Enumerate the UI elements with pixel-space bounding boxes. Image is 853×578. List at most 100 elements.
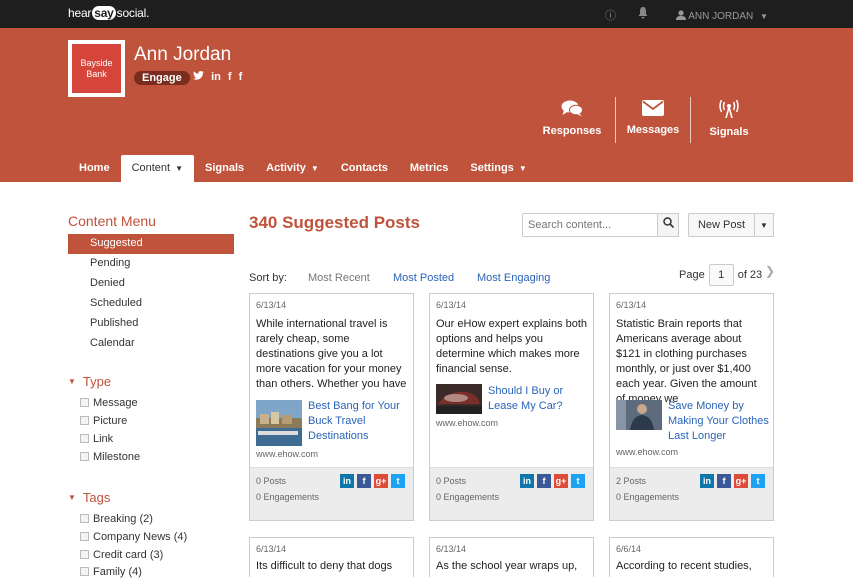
menu-item-suggested[interactable]: Suggested bbox=[68, 234, 234, 254]
filter-link[interactable]: Link bbox=[80, 433, 113, 445]
twitter-share-icon[interactable]: t bbox=[751, 474, 765, 488]
tag-label: Credit card bbox=[93, 549, 147, 561]
filter-label: Milestone bbox=[93, 451, 141, 463]
checkbox[interactable] bbox=[80, 416, 89, 425]
next-page-icon[interactable]: ❯ bbox=[765, 264, 775, 278]
top-bar: hear say social. ⓘ ANN JORDAN ▼ bbox=[0, 0, 853, 28]
twitter-share-icon[interactable]: t bbox=[391, 474, 405, 488]
card-footer: 0 Posts 0 Engagements in f g+ t bbox=[430, 467, 593, 520]
tag-breaking[interactable]: Breaking (2) bbox=[80, 513, 153, 525]
main-nav: Home Content ▼ Signals Activity ▼ Contacts… bbox=[68, 155, 538, 182]
nav-signals[interactable]: Signals bbox=[194, 155, 255, 182]
nav-metrics[interactable]: Metrics bbox=[399, 155, 460, 182]
post-card[interactable]: 6/13/14 Statistic Brain reports that Ame… bbox=[609, 293, 774, 521]
bell-icon[interactable] bbox=[638, 7, 648, 22]
responses-button[interactable]: Responses bbox=[535, 100, 609, 137]
checkbox[interactable] bbox=[80, 452, 89, 461]
filter-message[interactable]: Message bbox=[80, 397, 138, 409]
google-plus-share-icon[interactable]: g+ bbox=[734, 474, 748, 488]
share-buttons: in f g+ t bbox=[520, 474, 585, 488]
link-thumbnail[interactable] bbox=[616, 400, 662, 430]
caret-down-icon: ▼ bbox=[760, 221, 768, 230]
search-icon bbox=[662, 217, 674, 231]
google-plus-share-icon[interactable]: g+ bbox=[554, 474, 568, 488]
facebook-icon[interactable]: f bbox=[239, 71, 243, 83]
linkedin-share-icon[interactable]: in bbox=[340, 474, 354, 488]
twitter-share-icon[interactable]: t bbox=[571, 474, 585, 488]
page-total: of 23 bbox=[737, 269, 763, 281]
messages-button[interactable]: Messages bbox=[616, 100, 690, 136]
link-thumbnail[interactable] bbox=[436, 384, 482, 414]
brand-name: Bayside Bank bbox=[72, 44, 121, 93]
nav-activity[interactable]: Activity ▼ bbox=[255, 155, 330, 182]
checkbox[interactable] bbox=[80, 514, 89, 523]
tag-credit-card[interactable]: Credit card (3) bbox=[80, 549, 163, 561]
checkbox[interactable] bbox=[80, 550, 89, 559]
page-input[interactable]: 1 bbox=[708, 264, 734, 286]
menu-item-denied[interactable]: Denied bbox=[68, 274, 234, 294]
tag-count: (2) bbox=[139, 513, 153, 525]
nav-settings[interactable]: Settings ▼ bbox=[459, 155, 537, 182]
menu-item-scheduled[interactable]: Scheduled bbox=[68, 294, 234, 314]
social-networks: in f f bbox=[193, 71, 242, 83]
nav-home[interactable]: Home bbox=[68, 155, 121, 182]
link-title[interactable]: Save Money by Making Your Clothes Last L… bbox=[668, 399, 770, 444]
sort-label: Sort by: bbox=[249, 272, 287, 284]
facebook-icon[interactable]: f bbox=[228, 71, 232, 83]
engage-badge[interactable]: Engage bbox=[134, 71, 190, 85]
tag-family[interactable]: Family (4) bbox=[80, 566, 142, 578]
post-card[interactable]: 6/13/14 While international travel is ra… bbox=[249, 293, 414, 521]
checkbox[interactable] bbox=[80, 532, 89, 541]
facebook-share-icon[interactable]: f bbox=[537, 474, 551, 488]
pagination: Page 1 of 23 bbox=[679, 264, 762, 286]
post-card[interactable]: 6/13/14 As the school year wraps up, bbox=[429, 537, 594, 577]
search-input[interactable] bbox=[522, 213, 658, 237]
engagement-count: 0 Engagements bbox=[616, 492, 680, 502]
twitter-icon[interactable] bbox=[193, 71, 211, 83]
linkedin-share-icon[interactable]: in bbox=[700, 474, 714, 488]
logo-text-post: social. bbox=[116, 6, 150, 20]
link-domain: www.ehow.com bbox=[436, 418, 499, 428]
sort-most-posted[interactable]: Most Posted bbox=[393, 272, 454, 284]
share-buttons: in f g+ t bbox=[700, 474, 765, 488]
envelope-icon bbox=[616, 100, 690, 121]
checkbox[interactable] bbox=[80, 567, 89, 576]
menu-item-pending[interactable]: Pending bbox=[68, 254, 234, 274]
facebook-share-icon[interactable]: f bbox=[717, 474, 731, 488]
google-plus-share-icon[interactable]: g+ bbox=[374, 474, 388, 488]
sort-most-engaging[interactable]: Most Engaging bbox=[477, 272, 550, 284]
link-thumbnail[interactable] bbox=[256, 400, 302, 446]
facebook-share-icon[interactable]: f bbox=[357, 474, 371, 488]
linkedin-share-icon[interactable]: in bbox=[520, 474, 534, 488]
info-icon[interactable]: ⓘ bbox=[605, 7, 616, 23]
filter-milestone[interactable]: Milestone bbox=[80, 451, 140, 463]
link-title[interactable]: Should I Buy or Lease My Car? bbox=[488, 384, 588, 414]
signals-button[interactable]: Signals bbox=[692, 99, 766, 138]
menu-item-published[interactable]: Published bbox=[68, 314, 234, 334]
post-body: While international travel is rarely che… bbox=[256, 318, 407, 390]
post-card[interactable]: 6/13/14 Our eHow expert explains both op… bbox=[429, 293, 594, 521]
search-button[interactable] bbox=[657, 213, 679, 237]
hearsay-logo[interactable]: hear say social. bbox=[68, 6, 149, 20]
menu-item-calendar[interactable]: Calendar bbox=[68, 334, 234, 354]
post-card[interactable]: 6/6/14 According to recent studies, bbox=[609, 537, 774, 577]
type-section-header[interactable]: ▼ Type bbox=[68, 374, 111, 389]
checkbox[interactable] bbox=[80, 398, 89, 407]
new-post-button[interactable]: New Post bbox=[688, 213, 755, 237]
nav-contacts[interactable]: Contacts bbox=[330, 155, 399, 182]
new-post-dropdown[interactable]: ▼ bbox=[754, 213, 774, 237]
post-card[interactable]: 6/13/14 Its difficult to deny that dogs bbox=[249, 537, 414, 577]
link-domain: www.ehow.com bbox=[256, 449, 319, 459]
filter-label: Picture bbox=[93, 415, 128, 427]
user-menu[interactable]: ANN JORDAN ▼ bbox=[676, 9, 768, 22]
link-title[interactable]: Best Bang for Your Buck Travel Destinati… bbox=[308, 399, 408, 444]
tag-company-news[interactable]: Company News (4) bbox=[80, 531, 187, 543]
linkedin-icon[interactable]: in bbox=[211, 71, 221, 83]
messages-label: Messages bbox=[626, 124, 680, 136]
sort-most-recent[interactable]: Most Recent bbox=[308, 272, 370, 284]
nav-content[interactable]: Content ▼ bbox=[120, 155, 195, 182]
checkbox[interactable] bbox=[80, 434, 89, 443]
tags-section-header[interactable]: ▼ Tags bbox=[68, 490, 110, 505]
chevron-down-icon: ▼ bbox=[760, 12, 768, 21]
filter-picture[interactable]: Picture bbox=[80, 415, 127, 427]
